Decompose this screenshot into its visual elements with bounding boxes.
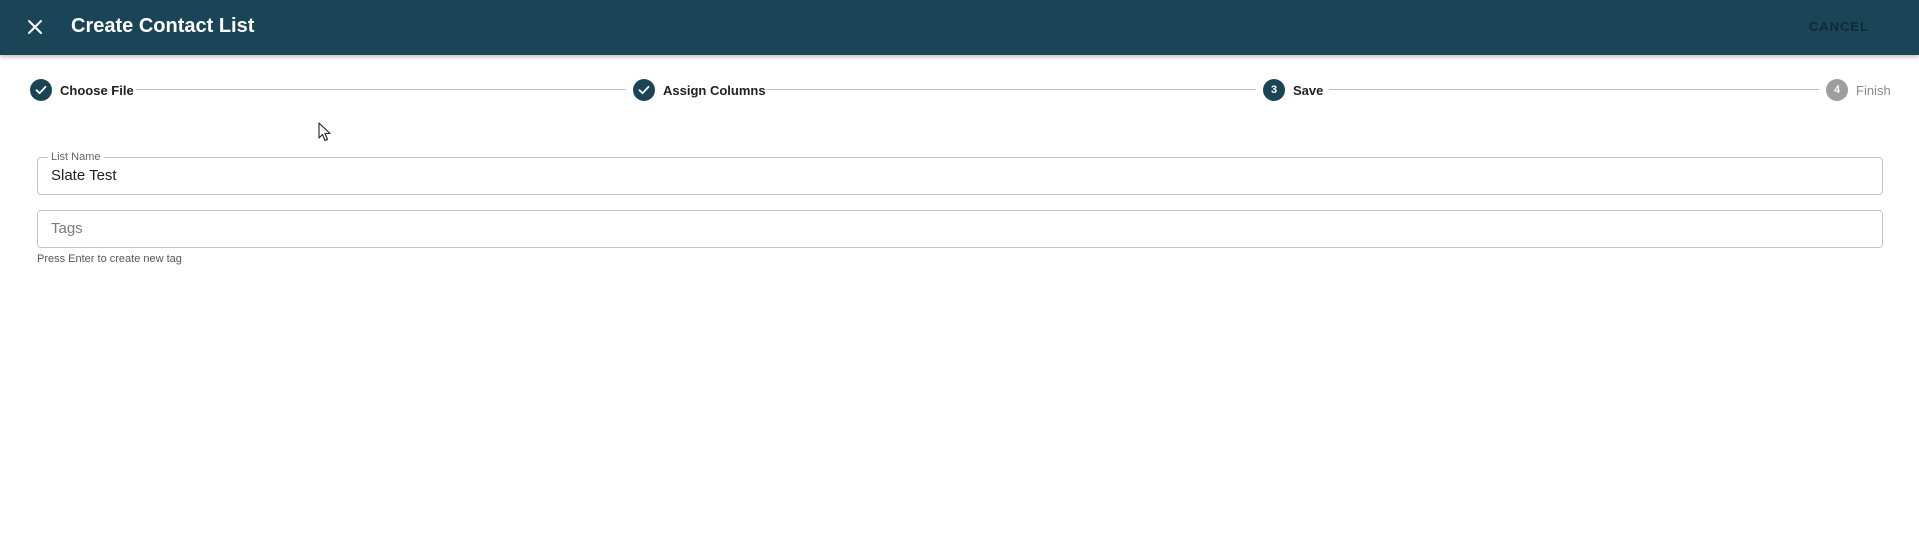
mouse-cursor-icon [318,122,331,142]
step-label: Save [1293,82,1324,98]
close-icon [28,20,42,34]
step-completed-indicator [633,79,655,101]
list-name-input[interactable] [51,158,1851,194]
step-connector [136,89,626,90]
step-choose-file[interactable]: Choose File [30,78,134,102]
app-bar: Create Contact List CANCEL [0,0,1919,55]
step-connector [766,89,1256,90]
page-title: Create Contact List [71,15,255,37]
list-name-field[interactable]: List Name [37,150,1883,195]
step-assign-columns[interactable]: Assign Columns [633,78,766,102]
step-finish[interactable]: 4 Finish [1826,78,1891,102]
check-icon [35,85,47,95]
step-label: Finish [1856,82,1891,98]
tags-field[interactable] [37,210,1883,248]
step-number: 4 [1826,79,1848,101]
stepper: Choose File Assign Columns 3 Save 4 Fini… [0,78,1919,102]
check-icon [638,85,650,95]
cancel-button[interactable]: CANCEL [1801,15,1877,39]
step-label: Choose File [60,82,134,98]
step-completed-indicator [30,79,52,101]
step-number: 3 [1263,79,1285,101]
step-connector [1329,89,1819,90]
step-label: Assign Columns [663,82,766,98]
tags-input[interactable] [51,211,1851,247]
close-button[interactable] [20,12,50,42]
step-save[interactable]: 3 Save [1263,78,1323,102]
tags-helper-text: Press Enter to create new tag [37,253,182,265]
